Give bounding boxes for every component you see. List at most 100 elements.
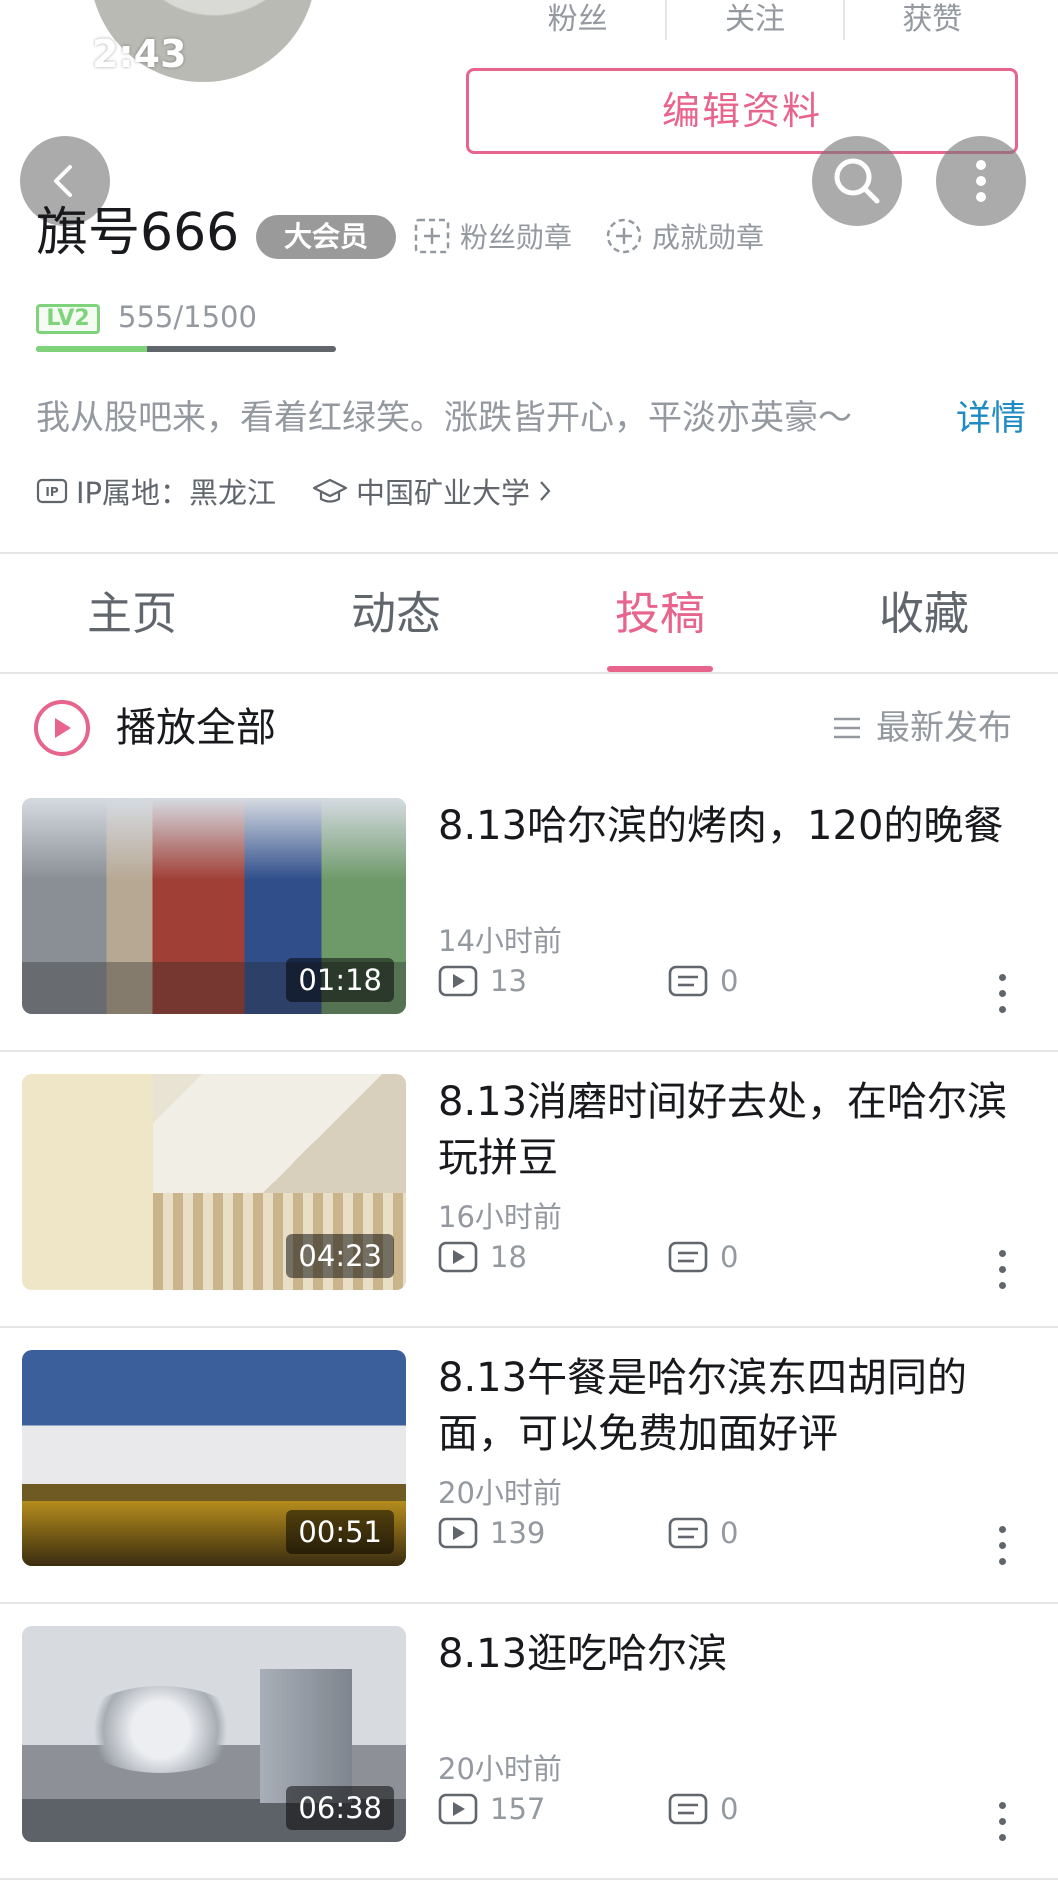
video-duration: 06:38 <box>286 1786 394 1830</box>
play-count-icon <box>438 965 478 997</box>
view-count-value: 18 <box>490 1240 527 1274</box>
video-thumbnail[interactable]: 04:23 <box>22 1074 406 1290</box>
play-count-icon <box>438 1241 478 1273</box>
comment-icon <box>668 1517 708 1549</box>
divider <box>0 672 1058 674</box>
video-title[interactable]: 8.13消磨时间好去处，在哈尔滨玩拼豆 <box>438 1074 1008 1186</box>
search-button[interactable] <box>812 136 902 226</box>
svg-text:IP: IP <box>45 485 58 499</box>
video-item[interactable]: 01:18 8.13哈尔滨的烤肉，120的晚餐 14小时前 13 0 <box>0 776 1058 1052</box>
video-stats: 18 0 <box>438 1240 738 1274</box>
username: 旗号666 <box>36 203 240 263</box>
video-thumbnail[interactable]: 00:51 <box>22 1350 406 1566</box>
comment-count: 0 <box>668 1792 738 1826</box>
profile-stats: 粉丝 关注 获赞 <box>490 0 1020 40</box>
profile-tabs: 主页 动态 投稿 收藏 <box>0 556 1058 672</box>
school-text: 中国矿业大学 <box>356 476 531 510</box>
tab-dynamics[interactable]: 动态 <box>264 556 528 672</box>
play-count-icon <box>438 1517 478 1549</box>
ip-location: IP IP属地：黑龙江 <box>36 470 276 512</box>
video-publish-time: 14小时前 <box>438 924 562 958</box>
more-vertical-icon <box>976 160 986 202</box>
view-count: 18 <box>438 1240 668 1274</box>
video-more-button[interactable] <box>994 1526 1010 1572</box>
experience-text: 555/1500 <box>118 300 257 334</box>
view-count-value: 139 <box>490 1516 546 1550</box>
sort-lines-icon <box>834 717 860 739</box>
medal-plus-icon <box>606 218 642 254</box>
view-count: 139 <box>438 1516 668 1550</box>
play-count-icon <box>438 1793 478 1825</box>
video-stats: 13 0 <box>438 964 738 998</box>
tab-uploads[interactable]: 投稿 <box>528 556 792 672</box>
comment-count: 0 <box>668 1516 738 1550</box>
more-options-button[interactable] <box>936 136 1026 226</box>
sort-button[interactable]: 最新发布 <box>832 703 1012 753</box>
play-all-label[interactable]: 播放全部 <box>116 700 276 756</box>
comment-count: 0 <box>668 1240 738 1274</box>
stat-likes-label[interactable]: 获赞 <box>845 0 1020 40</box>
divider <box>0 552 1058 554</box>
level-badge: LV2 <box>36 304 100 334</box>
video-more-button[interactable] <box>994 1250 1010 1296</box>
fan-medal[interactable]: 粉丝勋章 <box>412 216 572 256</box>
video-publish-time: 20小时前 <box>438 1752 562 1786</box>
stat-fans-label[interactable]: 粉丝 <box>490 0 668 40</box>
sort-label: 最新发布 <box>876 708 1012 748</box>
edit-profile-button[interactable]: 编辑资料 <box>466 68 1018 154</box>
video-thumbnail[interactable]: 01:18 <box>22 798 406 1014</box>
vip-badge[interactable]: 大会员 <box>256 215 396 259</box>
comment-count-value: 0 <box>720 964 739 998</box>
medal-plus-icon <box>414 218 450 254</box>
video-title[interactable]: 8.13逛吃哈尔滨 <box>438 1626 1008 1682</box>
achievement-medal-label: 成就勋章 <box>652 221 765 254</box>
comment-count-value: 0 <box>720 1240 739 1274</box>
view-count-value: 157 <box>490 1792 546 1826</box>
bio-detail-link[interactable]: 详情 <box>956 390 1026 441</box>
view-count-value: 13 <box>490 964 527 998</box>
video-thumbnail[interactable]: 06:38 <box>22 1626 406 1842</box>
back-arrow-icon <box>54 165 72 197</box>
stat-following-label[interactable]: 关注 <box>667 0 845 40</box>
more-vertical-icon <box>998 1250 1006 1257</box>
status-bar-time: 2:43 <box>92 32 187 76</box>
search-icon <box>834 158 880 204</box>
video-publish-time: 20小时前 <box>438 1476 562 1510</box>
video-stats: 157 0 <box>438 1792 738 1826</box>
comment-count: 0 <box>668 964 738 998</box>
video-duration: 04:23 <box>286 1234 394 1278</box>
ip-location-text: IP属地：黑龙江 <box>76 476 277 510</box>
video-title[interactable]: 8.13午餐是哈尔滨东四胡同的面，可以免费加面好评 <box>438 1350 1008 1462</box>
school-link[interactable]: 中国矿业大学 <box>312 470 552 512</box>
video-more-button[interactable] <box>994 1802 1010 1848</box>
video-more-button[interactable] <box>994 974 1010 1020</box>
experience-progress-bar <box>36 346 336 352</box>
video-duration: 01:18 <box>286 958 394 1002</box>
tab-favorites[interactable]: 收藏 <box>792 556 1056 672</box>
video-publish-time: 16小时前 <box>438 1200 562 1234</box>
comment-count-value: 0 <box>720 1792 739 1826</box>
video-item[interactable]: 00:51 8.13午餐是哈尔滨东四胡同的面，可以免费加面好评 20小时前 13… <box>0 1328 1058 1604</box>
experience-progress-fill <box>36 346 147 352</box>
fan-medal-label: 粉丝勋章 <box>460 221 573 254</box>
video-title[interactable]: 8.13哈尔滨的烤肉，120的晚餐 <box>438 798 1008 854</box>
comment-icon <box>668 965 708 997</box>
video-item[interactable]: 04:23 8.13消磨时间好去处，在哈尔滨玩拼豆 16小时前 18 0 <box>0 1052 1058 1328</box>
bio-text: 我从股吧来，看着红绿笑。涨跌皆开心，平淡亦英豪～ <box>36 398 852 438</box>
comment-icon <box>668 1793 708 1825</box>
achievement-medal[interactable]: 成就勋章 <box>604 216 764 256</box>
play-all-button[interactable] <box>34 700 90 756</box>
more-vertical-icon <box>998 1802 1006 1809</box>
ip-icon: IP <box>36 478 68 504</box>
view-count: 13 <box>438 964 668 998</box>
more-vertical-icon <box>998 1526 1006 1533</box>
more-vertical-icon <box>998 974 1006 981</box>
video-duration: 00:51 <box>286 1510 394 1554</box>
comment-icon <box>668 1241 708 1273</box>
view-count: 157 <box>438 1792 668 1826</box>
chevron-right-icon <box>540 481 551 501</box>
tab-home[interactable]: 主页 <box>0 556 264 672</box>
video-item[interactable]: 06:38 8.13逛吃哈尔滨 20小时前 157 0 <box>0 1604 1058 1880</box>
play-circle-icon <box>55 718 71 738</box>
video-stats: 139 0 <box>438 1516 738 1550</box>
